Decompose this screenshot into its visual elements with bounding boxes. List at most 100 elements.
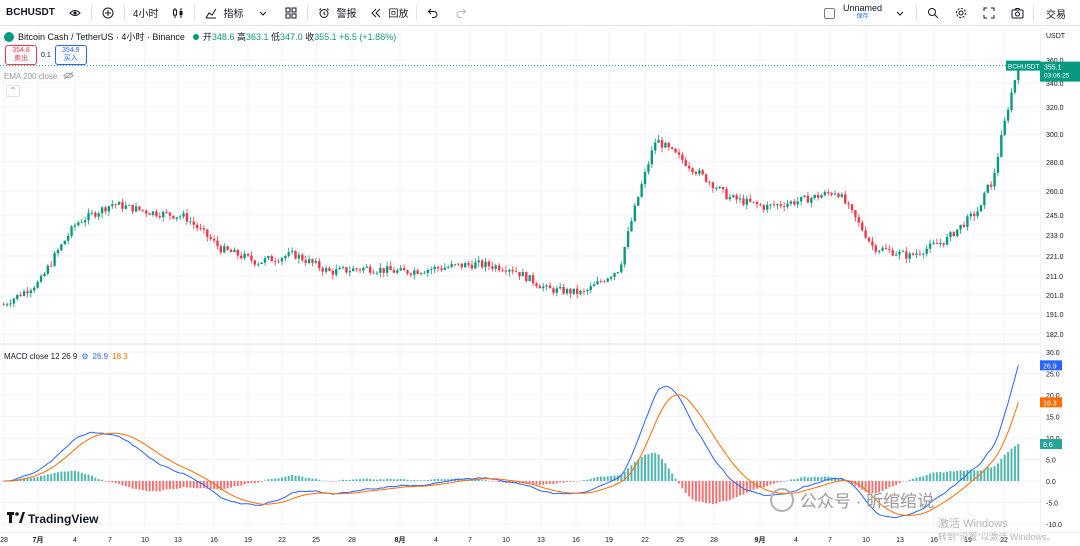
- settings-button[interactable]: [947, 0, 975, 26]
- replay-button[interactable]: 回放: [362, 0, 414, 26]
- histogram-bar: [762, 481, 765, 488]
- candle-body: [698, 170, 701, 174]
- buy-button[interactable]: 354.9 买入: [54, 45, 87, 65]
- undo-button[interactable]: [419, 0, 447, 26]
- histogram-bar: [789, 479, 792, 481]
- histogram-bar: [40, 475, 43, 481]
- candle-body: [60, 244, 63, 251]
- snapshot-button[interactable]: [1003, 0, 1031, 26]
- histogram-bar: [121, 481, 124, 486]
- candle-body: [206, 229, 209, 237]
- histogram-bar: [572, 481, 575, 482]
- candle-body: [290, 251, 294, 253]
- histogram-bar: [148, 481, 151, 492]
- candle-body: [504, 270, 508, 272]
- macd-legend[interactable]: MACD close 12 26 9 ⚙ 26.9 18.3: [4, 352, 128, 361]
- candle-body: [494, 265, 497, 269]
- candle-body: [270, 256, 273, 262]
- time-tick-label: 25: [676, 537, 684, 544]
- histogram-bar: [185, 481, 188, 488]
- histogram-bar: [168, 481, 171, 490]
- histogram-bar: [189, 481, 192, 488]
- alert-button[interactable]: 警报: [310, 0, 362, 26]
- chart-type-button[interactable]: [164, 0, 192, 26]
- candle-body: [131, 204, 134, 212]
- candle-body: [246, 253, 250, 256]
- buy-price: 354.9: [61, 47, 80, 54]
- time-axis[interactable]: 28 7月 4 7 10 13 16 19 22 25 28 8月 4 7 10 13 16 19 22 25 28 9月…: [0, 532, 1080, 546]
- macd-settings-icon[interactable]: ⚙: [81, 352, 88, 361]
- layout-button[interactable]: [277, 0, 305, 26]
- candle-body: [575, 288, 579, 294]
- countdown-value: 03:06:25: [1044, 73, 1070, 80]
- symbol-search[interactable]: BCHUSDT: [0, 0, 61, 26]
- candle-body: [528, 275, 531, 282]
- candle-body: [168, 212, 172, 216]
- indicators-button[interactable]: 指标: [197, 0, 249, 26]
- histogram-bar: [396, 479, 399, 481]
- candle-body: [73, 225, 77, 227]
- layout-menu-button[interactable]: [886, 0, 914, 26]
- tradingview-logo[interactable]: TradingView: [7, 512, 98, 526]
- candle-body: [311, 259, 314, 263]
- candle-body: [392, 270, 396, 273]
- candle-body: [769, 204, 772, 206]
- fullscreen-button[interactable]: [975, 0, 1003, 26]
- candle-body: [277, 261, 280, 263]
- histogram-bar: [430, 479, 433, 481]
- candle-body: [867, 237, 871, 242]
- candle-body: [786, 203, 789, 207]
- candle-body: [263, 258, 267, 263]
- candle-body: [114, 204, 117, 206]
- candle-body: [29, 290, 33, 294]
- candle-body: [956, 229, 959, 237]
- price-axis[interactable]: USDT360.0340.0320.0300.0280.0260.0245.02…: [1040, 27, 1080, 532]
- histogram-bar: [993, 466, 996, 481]
- histogram-bar: [101, 479, 104, 481]
- top-toolbar: BCHUSDT 4小时 指标 警报 回放 Unnamed 保存 交易: [0, 0, 1080, 26]
- candle-body: [745, 198, 749, 205]
- candle-body: [87, 212, 90, 221]
- histogram-bar: [274, 478, 277, 481]
- eye-off-icon[interactable]: [63, 71, 75, 82]
- time-tick-label: 4: [73, 537, 77, 544]
- macd-tick-label: -5.0: [1046, 501, 1058, 508]
- candle-body: [463, 263, 467, 268]
- quick-search-button[interactable]: [919, 0, 947, 26]
- candle-body: [341, 267, 345, 269]
- candle-body: [592, 284, 596, 287]
- symbol-label: BCHUSDT: [6, 7, 55, 18]
- histogram-bar: [532, 481, 535, 484]
- price-chart[interactable]: BCHUSDT: [0, 27, 1040, 532]
- candle-body: [487, 261, 491, 267]
- histogram-bar: [898, 481, 901, 484]
- layout-checkbox[interactable]: [823, 7, 835, 19]
- currency-label: USDT: [1046, 33, 1066, 40]
- histogram-bar: [308, 477, 311, 481]
- tv-brand: TradingView: [28, 512, 99, 526]
- indicator-templates-button[interactable]: [249, 0, 277, 26]
- ema-legend[interactable]: EMA 200 close: [4, 71, 75, 82]
- tv-logo-icon: [7, 512, 25, 526]
- histogram-bar: [718, 481, 721, 503]
- close-label: 收: [305, 32, 315, 42]
- candle-body: [793, 201, 796, 205]
- interval-button[interactable]: 4小时: [127, 0, 165, 26]
- add-symbol-button[interactable]: [94, 0, 122, 26]
- layout-name-button[interactable]: Unnamed 保存: [843, 4, 882, 22]
- candle-body: [90, 212, 94, 214]
- histogram-bar: [559, 481, 562, 483]
- watchlist-eye-button[interactable]: [61, 0, 89, 26]
- sell-button[interactable]: 354.8 卖出: [5, 45, 37, 65]
- collapse-legend-button[interactable]: ⌃: [6, 85, 20, 97]
- trade-button[interactable]: 交易: [1036, 0, 1080, 26]
- chevron-down-icon: [255, 5, 271, 21]
- histogram-bar: [555, 481, 558, 484]
- histogram-bar: [545, 481, 548, 485]
- histogram-bar: [949, 470, 952, 481]
- macd-tick-label: 5.0: [1046, 458, 1056, 465]
- histogram-bar: [342, 479, 345, 481]
- redo-button[interactable]: [447, 0, 475, 26]
- symbol-title[interactable]: Bitcoin Cash / TetherUS · 4小时 · Binance: [18, 30, 185, 43]
- histogram-bar: [426, 479, 429, 481]
